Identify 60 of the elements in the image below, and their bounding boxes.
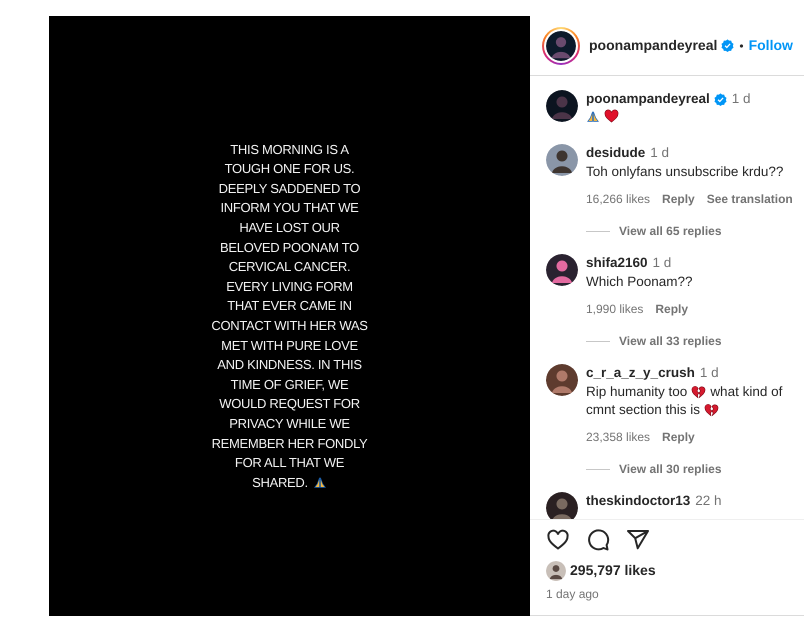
view-replies-button[interactable]: View all 30 replies	[619, 460, 722, 478]
comment-text: Which Poonam??	[586, 273, 693, 291]
follow-button[interactable]: Follow	[748, 35, 793, 56]
image-text-line: PRIVACY WHILE WE	[229, 414, 350, 433]
avatar-icon[interactable]	[546, 254, 578, 286]
image-text-line: BELOVED POONAM TO	[220, 238, 359, 257]
image-text-line: CONTACT WITH HER WAS	[211, 317, 368, 335]
avatar-icon[interactable]	[546, 492, 578, 519]
reply-button[interactable]: Reply	[655, 300, 688, 318]
image-text-line: EVERY LIVING FORM	[226, 278, 353, 296]
image-text-line: AND KINDNESS. IN THIS	[217, 356, 362, 374]
comment-icon[interactable]	[586, 528, 610, 552]
username-link[interactable]: theskindoctor13	[586, 492, 690, 510]
reply-button[interactable]: Reply	[662, 428, 695, 446]
like-icon[interactable]	[546, 528, 570, 552]
image-text-line: HAVE LOST OUR	[239, 219, 340, 238]
likes-total[interactable]: 295,797 likes	[570, 560, 656, 581]
image-text-line: REMEMBER HER FONDLY	[212, 434, 368, 453]
comment-text: Toh onlyfans unsubscribe krdu??	[586, 163, 784, 181]
comment-time: 1 d	[652, 254, 672, 272]
avatar-icon[interactable]	[546, 364, 578, 396]
likes-count: 1,990 likes	[586, 301, 644, 318]
comment-text: cmnt section this is	[586, 401, 700, 419]
username-link[interactable]: desidude	[586, 144, 646, 162]
translation-link[interactable]: See translation	[706, 190, 793, 208]
image-text-line: INFORM YOU THAT WE	[220, 199, 359, 218]
username-link[interactable]: poonampandeyreal	[586, 90, 710, 108]
avatar-icon[interactable]	[546, 560, 566, 580]
image-text-line: FOR ALL THAT WE	[234, 454, 344, 472]
likes-count: 23,358 likes	[586, 429, 650, 446]
comment-text: what kind of	[710, 383, 782, 401]
divider	[586, 340, 610, 342]
reply-button[interactable]: Reply	[662, 190, 695, 208]
comment-time: 22 h	[695, 492, 722, 510]
image-text-line: THIS MORNING IS A	[230, 140, 349, 159]
image-text-line: WOULD REQUEST FOR	[219, 395, 360, 414]
comment-time: 1 d	[650, 144, 670, 162]
view-replies-button[interactable]: View all 65 replies	[619, 222, 722, 240]
comment-time: 1 d	[700, 364, 719, 382]
image-text-line: TIME OF GRIEF, WE	[230, 376, 348, 394]
image-text-line: CERVICAL CANCER.	[228, 258, 350, 276]
image-text-line: TOUGH ONE FOR US.	[224, 160, 354, 178]
divider	[586, 468, 610, 470]
comment-text: Rip humanity too	[586, 383, 688, 401]
username-link[interactable]: c_r_a_z_y_crush	[586, 364, 695, 382]
separator-dot: •	[739, 38, 744, 54]
image-text-line: SHARED.	[252, 474, 308, 492]
image-text-line: MET WITH PURE LOVE	[221, 336, 358, 355]
username-link[interactable]: shifa2160	[586, 254, 648, 272]
view-replies-button[interactable]: View all 33 replies	[619, 332, 722, 350]
image-text-line: THAT EVER CAME IN	[227, 297, 352, 316]
avatar-icon[interactable]	[546, 90, 578, 122]
image-text-line: DEEPLY SADDENED TO	[218, 180, 360, 198]
share-icon[interactable]	[626, 528, 650, 552]
post-time: 1 day ago	[546, 586, 600, 603]
comment-time: 1 d	[732, 90, 751, 108]
likes-count: 16,266 likes	[586, 191, 650, 208]
username-link[interactable]: poonampandeyreal	[589, 35, 718, 56]
avatar-icon[interactable]	[546, 144, 578, 176]
divider	[586, 230, 610, 232]
